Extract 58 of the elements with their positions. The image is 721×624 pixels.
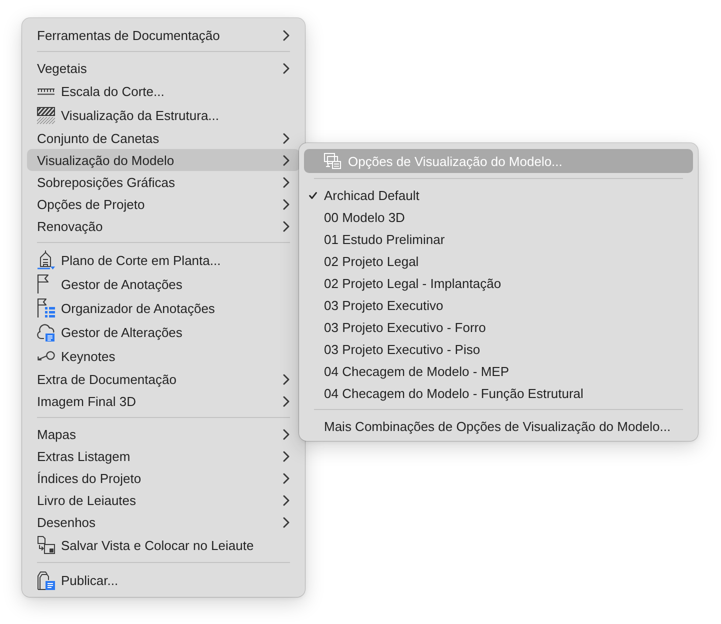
menu-item[interactable]: Livro de Leiautes	[27, 489, 300, 511]
chevron-icon	[283, 516, 290, 528]
chevron-icon	[283, 450, 290, 462]
menu-item[interactable]: 00 Modelo 3D	[304, 206, 693, 228]
menu-item[interactable]: Salvar Vista e Colocar no Leiaute	[27, 533, 300, 557]
chevron-icon	[283, 494, 290, 506]
menu-item[interactable]: Ferramentas de Documentação	[27, 24, 300, 46]
chevron-icon	[283, 154, 290, 166]
menu-item[interactable]: Desenhos	[27, 511, 300, 533]
menu-item[interactable]: Extra de Documentação	[27, 368, 300, 390]
chevron-icon	[283, 396, 290, 406]
menu-item[interactable]: Índices do Projeto	[27, 467, 300, 489]
menu-item[interactable]: Renovação	[27, 215, 300, 237]
menu-item[interactable]: Opções de Projeto	[27, 193, 300, 215]
menu-item[interactable]: Gestor de Alterações	[27, 320, 300, 344]
menu-item[interactable]: 03 Projeto Executivo - Piso	[304, 338, 693, 360]
documents-arrow-icon	[37, 536, 55, 554]
chevron-icon	[283, 428, 290, 440]
menu-item[interactable]: Keynotes	[27, 344, 300, 368]
chevron-icon	[283, 472, 290, 484]
chevron-icon	[283, 30, 290, 40]
hatch-pattern-icon	[37, 106, 55, 124]
menu-item[interactable]: 03 Projeto Executivo - Forro	[304, 316, 693, 338]
chevron-icon	[283, 132, 290, 144]
menu-item[interactable]: Vegetais	[27, 57, 300, 79]
menu-item[interactable]: Sobreposições Gráficas	[27, 171, 300, 193]
menu-item[interactable]: Mais Combinações de Opções de Visualização do Modelo...	[304, 415, 693, 437]
building-icon	[37, 250, 55, 270]
chevron-icon	[283, 198, 290, 210]
menu-item[interactable]: Visualização da Estrutura...	[27, 103, 300, 127]
menu-item[interactable]: 04 Checagem de Modelo - MEP	[304, 360, 693, 382]
cloud-document-icon	[37, 322, 55, 342]
stacked-pages-icon	[37, 570, 55, 590]
menu-item[interactable]: Escala do Corte...	[27, 79, 300, 103]
menu-item[interactable]: Publicar...	[27, 568, 300, 592]
menu-item[interactable]: 02 Projeto Legal - Implantação	[304, 272, 693, 294]
window-list-icon	[324, 153, 341, 169]
menu-item[interactable]: 04 Checagem do Modelo - Função Estrutural	[304, 382, 693, 404]
menu-item[interactable]: 03 Projeto Executivo	[304, 294, 693, 316]
flag-list-icon	[37, 298, 55, 318]
menu-item[interactable]: Archicad Default	[304, 184, 693, 206]
flag-icon	[37, 274, 49, 294]
menu-item[interactable]: Mapas	[27, 423, 300, 445]
chevron-icon	[283, 374, 290, 384]
leader-circle-icon	[37, 351, 55, 361]
menu-item[interactable]: Conjunto de Canetas	[27, 127, 300, 149]
menu-item[interactable]: 02 Projeto Legal	[304, 250, 693, 272]
menu-item[interactable]: Imagem Final 3D	[27, 390, 300, 412]
menu-item[interactable]: Extras Listagem	[27, 445, 300, 467]
chevron-icon	[283, 220, 290, 232]
menu-item[interactable]: Plano de Corte em Planta...	[27, 248, 300, 272]
menu-item[interactable]: 01 Estudo Preliminar	[304, 228, 693, 250]
chevron-icon	[283, 176, 290, 188]
menu-item[interactable]: Gestor de Anotações	[27, 272, 300, 296]
menu-item[interactable]: Visualização do Modelo	[27, 149, 300, 171]
menu-item[interactable]: Organizador de Anotações	[27, 296, 300, 320]
chevron-icon	[283, 62, 290, 74]
ruler-icon	[37, 88, 55, 94]
